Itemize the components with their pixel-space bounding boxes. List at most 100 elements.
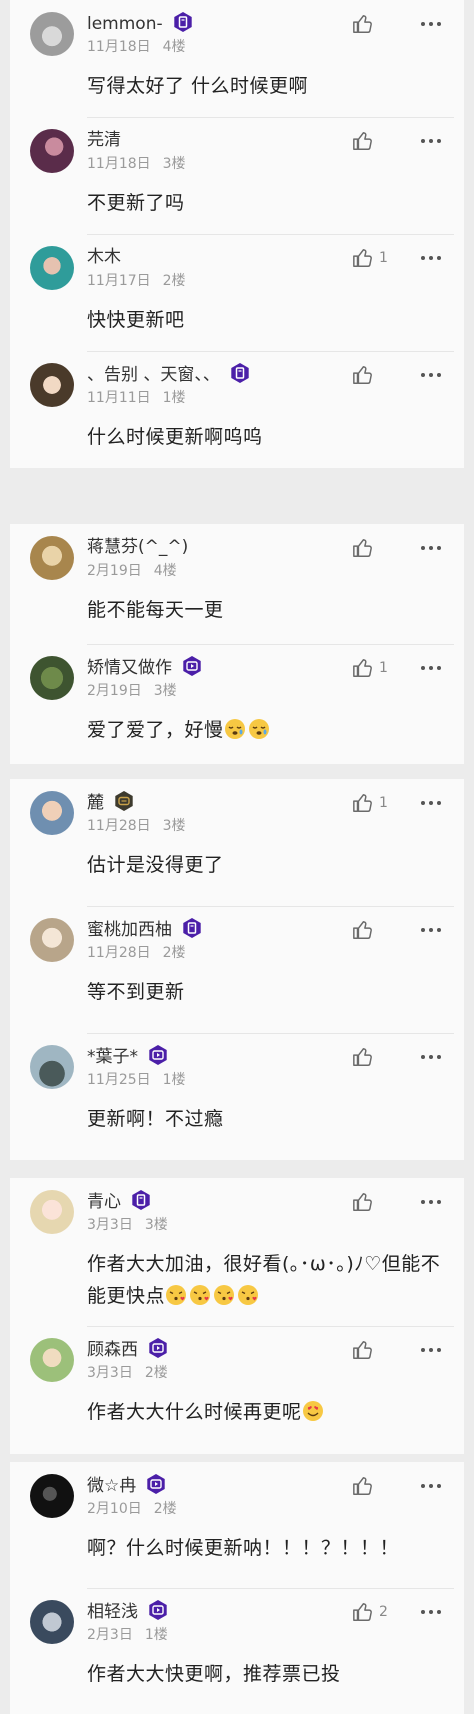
comment-floor: 1楼 [162,1072,186,1088]
comment-floor: 3楼 [144,1217,168,1233]
comment-meta: 11月17日 2楼 [87,272,186,290]
more-dots-icon [421,1610,441,1614]
avatar[interactable] [30,1600,74,1644]
like-button[interactable] [352,1474,379,1498]
username[interactable]: 蒋慧芬(^_^) [87,536,188,558]
comment-date: 11月28日 [87,945,151,961]
comment-meta: 11月28日 2楼 [87,944,186,962]
comment-text: 写得太好了 什么时候更啊 [87,75,309,97]
more-options-button[interactable] [418,363,444,387]
comment-text: 快快更新吧 [87,309,185,331]
thumbs-up-icon [353,1193,372,1211]
like-count: 2 [379,1604,388,1620]
more-options-button[interactable] [418,1474,444,1498]
more-options-button[interactable] [418,1600,444,1624]
comment-meta: 11月25日 1楼 [87,1071,186,1089]
username[interactable]: lemmon- [87,12,193,35]
like-button[interactable]: 1 [352,246,388,270]
comment-floor: 3楼 [162,818,186,834]
book-badge-icon [173,12,192,32]
comment-text: 能不能每天一更 [87,599,224,621]
more-dots-icon [421,139,441,143]
avatar[interactable] [30,246,74,290]
comment-date: 11月17日 [87,273,151,289]
comment-text: 不更新了吗 [87,192,185,214]
avatar[interactable] [30,129,74,173]
comment-meta: 11月11日 1楼 [87,389,186,407]
thumbs-up-icon [353,366,372,384]
like-button[interactable] [352,363,379,387]
comment-date: 2月10日 [87,1501,142,1517]
username[interactable]: 矫情又做作 [87,656,202,679]
more-options-button[interactable] [418,246,444,270]
avatar[interactable] [30,918,74,962]
comment-floor: 2楼 [162,945,186,961]
thumbs-up-icon [353,249,372,267]
comment-text: 爱了爱了，好慢 [87,714,449,746]
like-button[interactable] [352,1338,379,1362]
avatar[interactable] [30,1338,74,1382]
like-button[interactable] [352,129,379,153]
comment-text: 等不到更新 [87,981,185,1003]
comment-meta: 2月19日 3楼 [87,682,177,700]
avatar[interactable] [30,1190,74,1234]
comment-floor: 2楼 [144,1365,168,1381]
comment-card: 青心 3月3日 3楼 作者大大加油，很好看(｡･ω･｡)ﾉ♡但能不能更快点 顾森西… [10,1178,464,1454]
like-button[interactable] [352,918,379,942]
like-button[interactable]: 2 [352,1600,388,1624]
more-dots-icon [421,1484,441,1488]
more-options-button[interactable] [418,129,444,153]
comment-date: 2月19日 [87,683,142,699]
more-options-button[interactable] [418,12,444,36]
username[interactable]: 、告别 、天窗、、 [87,363,250,386]
comment-floor: 4楼 [153,563,177,579]
username[interactable]: 顾森西 [87,1338,168,1361]
kiss-emoji-icon [238,1285,259,1305]
thumbs-up-icon [353,921,372,939]
play-badge-icon [149,1600,167,1620]
more-options-button[interactable] [418,1190,444,1214]
thumbs-up-icon [353,794,372,812]
comment-meta: 3月3日 3楼 [87,1216,168,1234]
username[interactable]: *葉子* [87,1045,168,1068]
more-options-button[interactable] [418,918,444,942]
play-badge-icon [149,1045,167,1065]
like-button[interactable] [352,1045,379,1069]
like-button[interactable]: 1 [352,656,388,680]
comment-item: 、告别 、天窗、、 11月11日 1楼 什么时候更新啊呜呜 [10,351,464,468]
more-dots-icon [421,22,441,26]
kiss-emoji-icon [214,1285,235,1305]
more-options-button[interactable] [418,1045,444,1069]
like-button[interactable] [352,1190,379,1214]
like-button[interactable] [352,12,379,36]
comment-text: 作者大大加油，很好看(｡･ω･｡)ﾉ♡但能不能更快点 [87,1253,441,1307]
username[interactable]: 相轻浅 [87,1600,168,1623]
comment-item: *葉子* 11月25日 1楼 更新啊！不过瘾 [10,1033,464,1160]
avatar[interactable] [30,363,74,407]
avatar[interactable] [30,1474,74,1518]
comment-item: 顾森西 3月3日 2楼 作者大大什么时候再更呢 [10,1326,464,1454]
more-options-button[interactable] [418,656,444,680]
username[interactable]: 青心 [87,1190,151,1213]
comment-item: 木木 11月17日 2楼 1 快快更新吧 [10,234,464,351]
username[interactable]: 蜜桃加西柚 [87,918,202,941]
avatar[interactable] [30,1045,74,1089]
avatar[interactable] [30,536,74,580]
more-options-button[interactable] [418,536,444,560]
like-count: 1 [379,250,388,266]
username[interactable]: 麓 [87,791,134,814]
like-button[interactable]: 1 [352,791,388,815]
play-badge-icon [183,656,201,676]
more-options-button[interactable] [418,1338,444,1362]
book-badge-icon [132,1190,150,1210]
username[interactable]: 芫清 [87,129,121,151]
avatar[interactable] [30,656,74,700]
avatar[interactable] [30,12,74,56]
comment-meta: 11月18日 3楼 [87,155,186,173]
username[interactable]: 微☆冉 [87,1474,166,1497]
more-options-button[interactable] [418,791,444,815]
like-button[interactable] [352,536,379,560]
comment-date: 11月18日 [87,39,151,55]
username[interactable]: 木木 [87,246,121,268]
avatar[interactable] [30,791,74,835]
